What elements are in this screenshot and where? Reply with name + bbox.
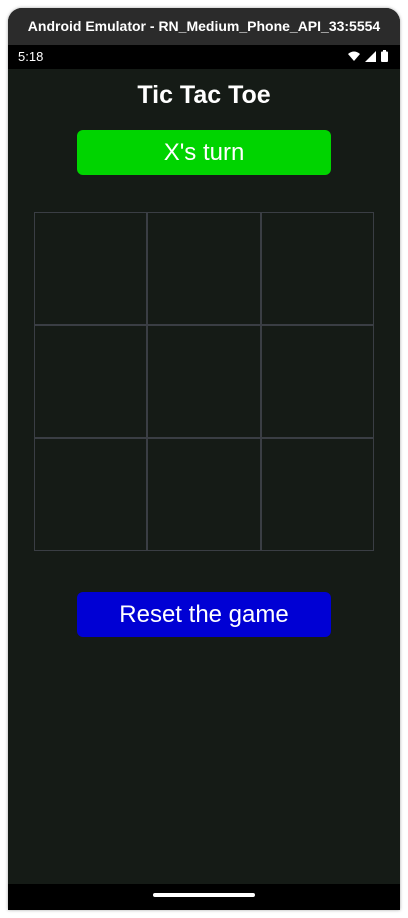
board-cell-1-1[interactable] (147, 325, 261, 438)
status-icons (348, 50, 388, 62)
board-cell-2-1[interactable] (147, 438, 261, 551)
status-time: 5:18 (18, 49, 44, 64)
game-board (34, 212, 374, 551)
board-cell-0-0[interactable] (34, 212, 148, 325)
app-title: Tic Tac Toe (137, 81, 271, 109)
reset-button[interactable]: Reset the game (77, 592, 331, 637)
window-title: Android Emulator - RN_Medium_Phone_API_3… (8, 8, 400, 45)
navigation-bar (8, 884, 400, 910)
wifi-icon (348, 51, 360, 61)
turn-indicator: X's turn (77, 130, 331, 175)
board-cell-1-2[interactable] (260, 325, 374, 438)
board-cell-0-1[interactable] (147, 212, 261, 325)
board-cell-1-0[interactable] (34, 325, 148, 438)
board-cell-0-2[interactable] (260, 212, 374, 325)
board-cell-2-2[interactable] (260, 438, 374, 551)
board-cell-2-0[interactable] (34, 438, 148, 551)
emulator-window: Android Emulator - RN_Medium_Phone_API_3… (8, 8, 400, 910)
home-gesture-handle[interactable] (153, 893, 255, 897)
cellular-signal-icon (365, 50, 376, 62)
battery-icon (381, 50, 388, 62)
status-bar: 5:18 (8, 45, 400, 69)
